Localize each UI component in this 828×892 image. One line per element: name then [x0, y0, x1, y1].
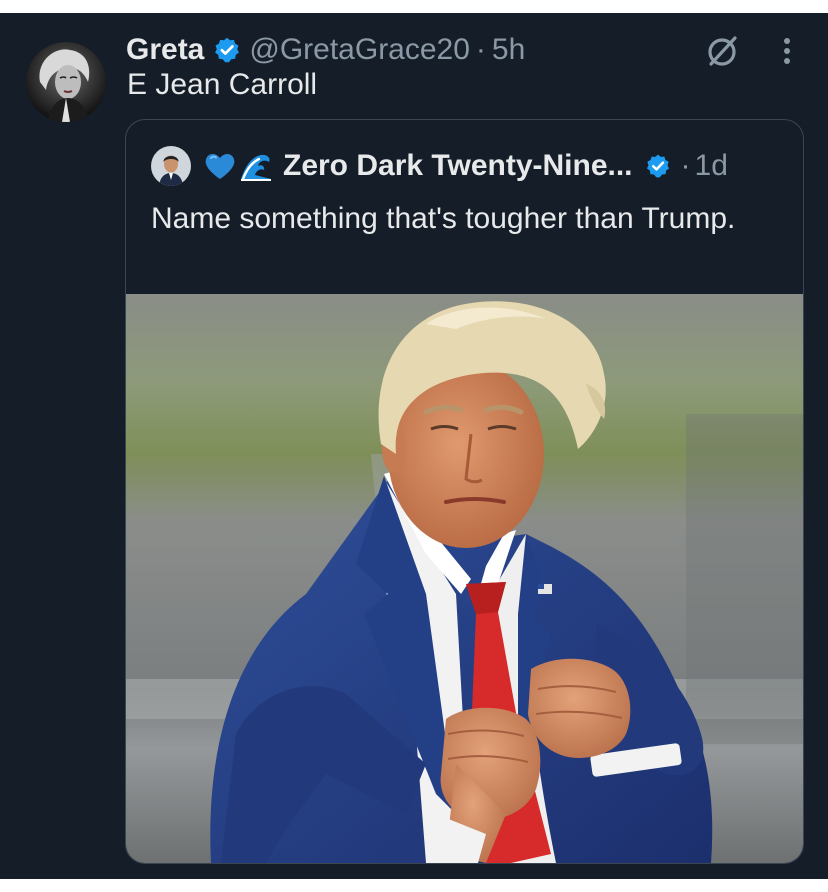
man-portrait-icon	[151, 146, 191, 186]
blue-heart-icon	[203, 149, 237, 183]
tweet-timestamp[interactable]: 5h	[492, 33, 525, 67]
author-name[interactable]: Greta	[126, 33, 204, 67]
quoted-tweet-card[interactable]: Zero Dark Twenty-Nine... · 1d Name somet…	[125, 119, 804, 864]
verified-badge-icon	[213, 36, 241, 64]
photo-man-in-blue-suit-icon	[126, 294, 803, 863]
grok-icon	[708, 36, 737, 66]
quoted-tweet-text: Name something that's tougher than Trump…	[151, 202, 736, 235]
quoted-tweet-timestamp[interactable]: 1d	[695, 149, 728, 183]
quoted-author-avatar[interactable]	[151, 146, 191, 186]
verified-badge-icon	[645, 153, 671, 179]
quoted-tweet-photo[interactable]	[126, 294, 803, 863]
tweet-header: Greta @GretaGrace20 · 5h	[126, 27, 525, 73]
more-options-button[interactable]	[775, 33, 799, 69]
portrait-photo-icon	[26, 42, 106, 122]
tweet[interactable]: Greta @GretaGrace20 · 5h E Jean Carroll	[0, 13, 828, 879]
separator-dot: ·	[680, 149, 691, 182]
quoted-tweet-header: Zero Dark Twenty-Nine... · 1d	[151, 144, 728, 188]
tweet-text: E Jean Carroll	[127, 68, 318, 101]
more-options-icon	[784, 38, 790, 64]
grok-button[interactable]	[702, 31, 742, 71]
water-wave-icon	[239, 149, 273, 183]
quoted-author-name[interactable]: Zero Dark Twenty-Nine...	[283, 149, 633, 183]
author-avatar[interactable]	[26, 42, 106, 122]
author-handle[interactable]: @GretaGrace20	[249, 33, 470, 67]
separator-dot: ·	[475, 33, 486, 66]
